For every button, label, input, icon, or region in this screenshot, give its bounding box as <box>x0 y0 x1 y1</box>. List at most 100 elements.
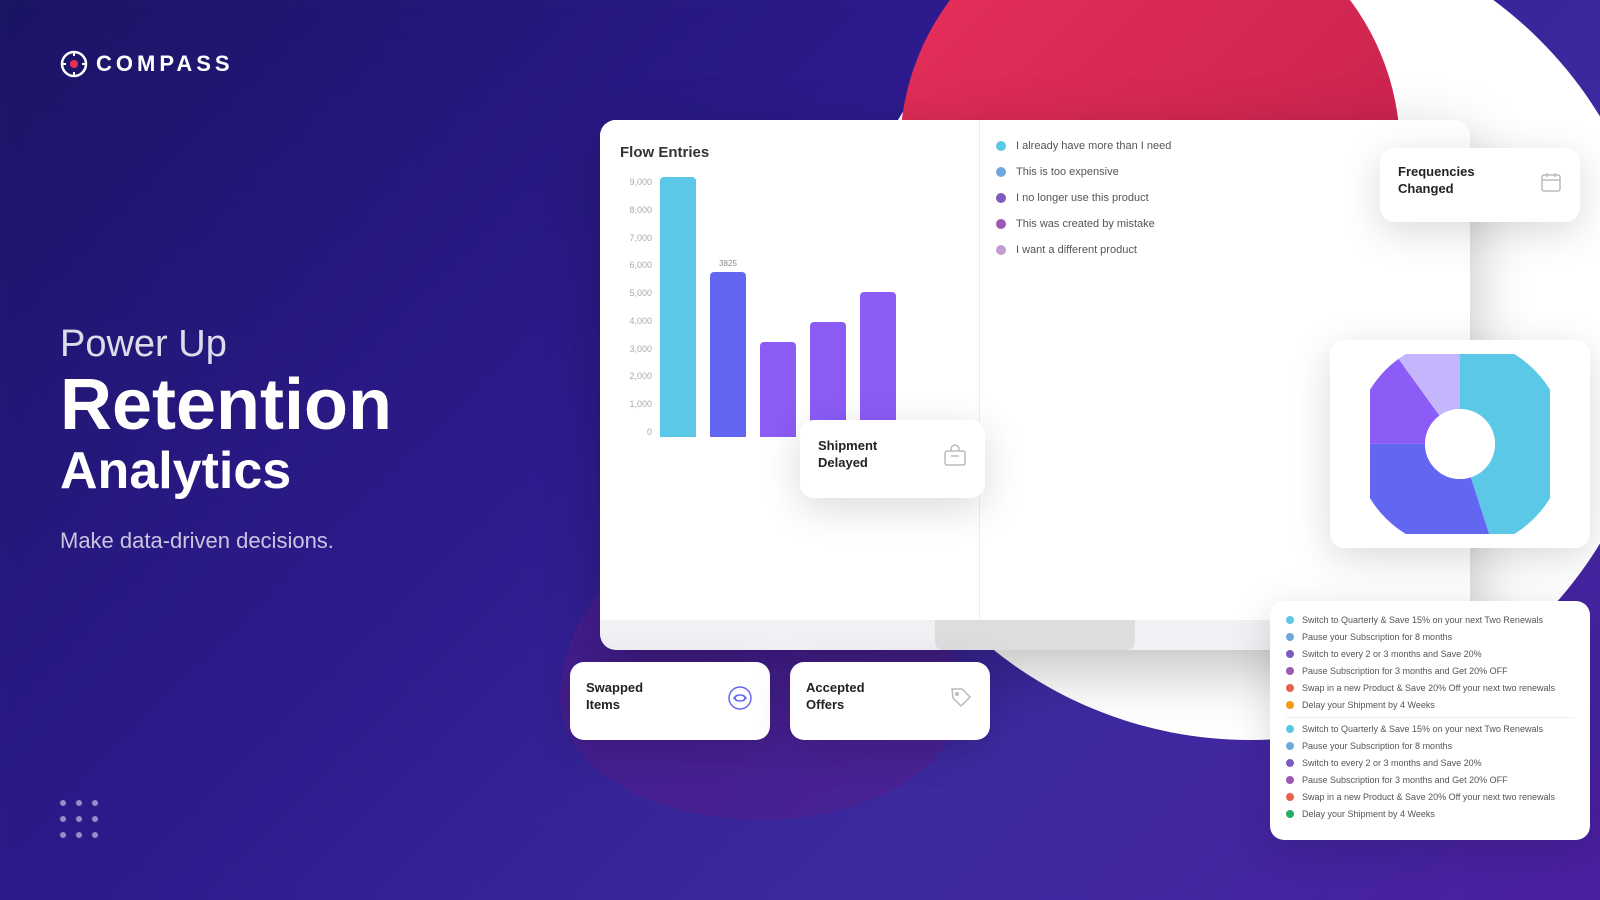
dot <box>60 816 66 822</box>
legend-item-4: Pause Subscription for 3 months and Get … <box>1286 666 1574 676</box>
y-axis-labels: 0 1,000 2,000 3,000 4,000 5,000 6,000 7,… <box>620 177 652 437</box>
reason-dot <box>996 141 1006 151</box>
bar-2 <box>710 272 746 437</box>
dot <box>92 832 98 838</box>
dot <box>60 832 66 838</box>
y-label: 0 <box>620 427 652 437</box>
legend-item-5: Swap in a new Product & Save 20% Off you… <box>1286 683 1574 693</box>
card-shipment: ShipmentDelayed <box>800 420 985 498</box>
divider <box>1286 717 1574 718</box>
legend-text: Switch to Quarterly & Save 15% on your n… <box>1302 724 1543 734</box>
dot <box>92 800 98 806</box>
card-frequencies-row: FrequenciesChanged <box>1398 164 1562 206</box>
legend-text: Swap in a new Product & Save 20% Off you… <box>1302 683 1555 693</box>
y-label: 7,000 <box>620 233 652 243</box>
bar-3 <box>760 342 796 437</box>
legend-item-12: Delay your Shipment by 4 Weeks <box>1286 809 1574 819</box>
card-frequencies: FrequenciesChanged <box>1380 148 1580 222</box>
y-label: 2,000 <box>620 371 652 381</box>
bar-label: 3825 <box>719 259 737 268</box>
card-legend: Switch to Quarterly & Save 15% on your n… <box>1270 601 1590 840</box>
bar-group-5 <box>860 288 896 437</box>
reason-dot <box>996 167 1006 177</box>
legend-dot <box>1286 701 1294 709</box>
legend-item-8: Pause your Subscription for 8 months <box>1286 741 1574 751</box>
legend-item-1: Switch to Quarterly & Save 15% on your n… <box>1286 615 1574 625</box>
legend-text: Pause your Subscription for 8 months <box>1302 632 1452 642</box>
monitor-stand <box>935 620 1135 650</box>
bar-5 <box>860 292 896 437</box>
reason-text: This was created by mistake <box>1016 218 1155 230</box>
legend-dot <box>1286 810 1294 818</box>
brand-name: COMPASS <box>96 51 234 77</box>
box-icon <box>943 444 967 474</box>
headline-block: Power Up Retention Analytics Make data-d… <box>60 324 580 555</box>
y-label: 6,000 <box>620 260 652 270</box>
legend-dot <box>1286 633 1294 641</box>
mockup-area: Flow Entries 0 1,000 2,000 3,000 4,000 5… <box>540 0 1600 900</box>
legend-item-7: Switch to Quarterly & Save 15% on your n… <box>1286 724 1574 734</box>
reason-item-4: This was created by mistake <box>996 218 1454 230</box>
card-accepted-title: AcceptedOffers <box>806 680 865 714</box>
reason-text: This is too expensive <box>1016 166 1119 178</box>
legend-item-11: Swap in a new Product & Save 20% Off you… <box>1286 792 1574 802</box>
legend-text: Switch to every 2 or 3 months and Save 2… <box>1302 649 1482 659</box>
tagline: Make data-driven decisions. <box>60 528 580 554</box>
legend-dot <box>1286 616 1294 624</box>
reason-item-5: I want a different product <box>996 244 1454 256</box>
card-shipment-title: ShipmentDelayed <box>818 438 877 472</box>
tag-icon <box>948 685 974 717</box>
decorative-dots <box>60 800 580 840</box>
legend-dot <box>1286 667 1294 675</box>
legend-dot <box>1286 742 1294 750</box>
card-swapped-row: SwappedItems <box>586 680 754 722</box>
y-label: 3,000 <box>620 344 652 354</box>
headline-line2: Retention <box>60 369 580 441</box>
y-label: 8,000 <box>620 205 652 215</box>
legend-item-6: Delay your Shipment by 4 Weeks <box>1286 700 1574 710</box>
card-accepted: AcceptedOffers <box>790 662 990 740</box>
y-label: 9,000 <box>620 177 652 187</box>
pie-chart <box>1370 354 1550 534</box>
legend-dot <box>1286 725 1294 733</box>
legend-text: Pause your Subscription for 8 months <box>1302 741 1452 751</box>
reason-dot <box>996 245 1006 255</box>
card-swapped-title: SwappedItems <box>586 680 643 714</box>
headline-line1: Power Up <box>60 324 580 366</box>
legend-dot <box>1286 759 1294 767</box>
legend-text: Pause Subscription for 3 months and Get … <box>1302 666 1508 676</box>
dot <box>92 816 98 822</box>
card-swapped: SwappedItems <box>570 662 770 740</box>
legend-text: Delay your Shipment by 4 Weeks <box>1302 809 1435 819</box>
legend-text: Switch to every 2 or 3 months and Save 2… <box>1302 758 1482 768</box>
legend-dot <box>1286 684 1294 692</box>
y-label: 4,000 <box>620 316 652 326</box>
reason-text: I no longer use this product <box>1016 192 1149 204</box>
logo: COMPASS <box>60 50 580 78</box>
legend-text: Pause Subscription for 3 months and Get … <box>1302 775 1508 785</box>
legend-item-2: Pause your Subscription for 8 months <box>1286 632 1574 642</box>
dot <box>76 800 82 806</box>
calendar-icon <box>1540 171 1562 199</box>
bar-chart: 0 1,000 2,000 3,000 4,000 5,000 6,000 7,… <box>620 177 959 437</box>
bar-1 <box>660 177 696 437</box>
chart-panel: Flow Entries 0 1,000 2,000 3,000 4,000 5… <box>600 120 980 620</box>
y-label: 5,000 <box>620 288 652 298</box>
legend-dot <box>1286 650 1294 658</box>
legend-text: Delay your Shipment by 4 Weeks <box>1302 700 1435 710</box>
chart-title: Flow Entries <box>620 144 959 161</box>
legend-text: Switch to Quarterly & Save 15% on your n… <box>1302 615 1543 625</box>
legend-item-10: Pause Subscription for 3 months and Get … <box>1286 775 1574 785</box>
reason-text: I already have more than I need <box>1016 140 1171 152</box>
legend-dot <box>1286 793 1294 801</box>
card-frequencies-title: FrequenciesChanged <box>1398 164 1475 198</box>
y-label: 1,000 <box>620 399 652 409</box>
card-shipment-row: ShipmentDelayed <box>818 438 967 480</box>
bar-group-3 <box>760 338 796 437</box>
reason-dot <box>996 219 1006 229</box>
legend-text: Swap in a new Product & Save 20% Off you… <box>1302 792 1555 802</box>
legend-item-9: Switch to every 2 or 3 months and Save 2… <box>1286 758 1574 768</box>
card-pie <box>1330 340 1590 548</box>
legend-dot <box>1286 776 1294 784</box>
left-panel: COMPASS Power Up Retention Analytics Mak… <box>60 0 580 900</box>
